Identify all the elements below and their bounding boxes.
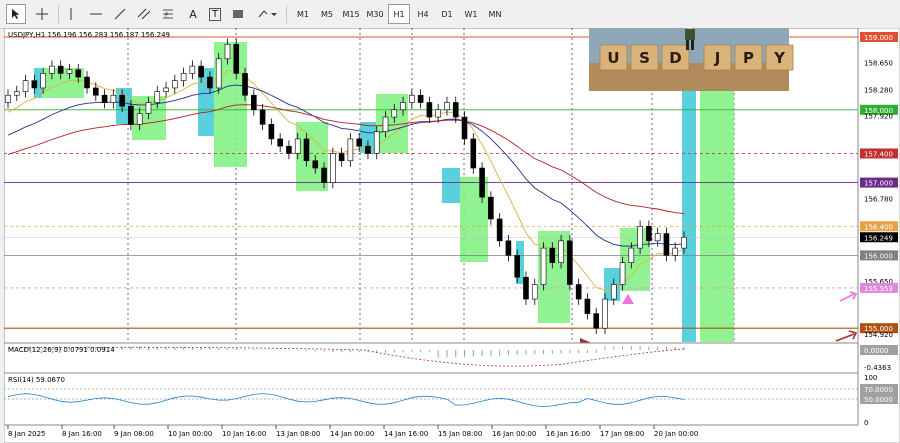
macd-scale-label: -0.4363 [864, 364, 891, 372]
candle [215, 53, 222, 94]
price-label: 158.650 [864, 59, 893, 67]
time-label: 16 Jan 16:00 [546, 430, 590, 438]
usdjpy-thumbnail: USDJPY [589, 28, 794, 91]
time-label: 14 Jan 00:00 [330, 430, 374, 438]
zone-15 [682, 91, 696, 342]
candle [470, 133, 477, 174]
price-label: 156.000 [864, 252, 893, 260]
time-label: 13 Jan 08:00 [276, 430, 320, 438]
price-label: 159.000 [864, 34, 893, 42]
timeframe-m1-button[interactable]: M1 [292, 4, 314, 24]
price-label: 156.249 [864, 234, 893, 242]
chart-header: USDJPY,H1 156.196 156.283 156.187 156.24… [8, 31, 170, 39]
chart-area[interactable]: USDJPY,H1 156.196 156.283 156.187 156.24… [4, 28, 900, 443]
block-letter: S [639, 49, 650, 67]
price-label: 157.400 [864, 150, 893, 158]
time-label: 10 Jan 16:00 [222, 430, 266, 438]
zone-16 [700, 91, 734, 342]
candle [330, 147, 336, 189]
time-label: 17 Jan 08:00 [600, 430, 644, 438]
trend-line-icon[interactable] [110, 4, 130, 24]
time-label: 8 Jan 2025 [8, 430, 46, 438]
label-tool-button[interactable]: T [206, 4, 224, 24]
timeframe-h1-button[interactable]: H1 [388, 4, 410, 24]
vertical-line-icon[interactable] [62, 4, 80, 24]
channel-icon[interactable] [134, 4, 154, 24]
timeframe-m5-button[interactable]: M5 [316, 4, 338, 24]
timeframe-m30-button[interactable]: M30 [364, 4, 386, 24]
price-label: 158.280 [864, 86, 893, 94]
price-label: 154.920 [864, 331, 893, 339]
time-label: 16 Jan 00:00 [492, 430, 536, 438]
candle [567, 235, 573, 291]
more-shapes-icon[interactable] [254, 4, 280, 24]
time-label: 20 Jan 00:00 [654, 430, 698, 438]
price-label: 157.000 [864, 180, 893, 188]
timeframe-w1-button[interactable]: W1 [460, 4, 482, 24]
timeframe-d1-button[interactable]: D1 [436, 4, 458, 24]
zone-9 [442, 168, 460, 203]
label-icon: T [208, 7, 222, 21]
rsi-scale-label: 100 [864, 374, 877, 382]
rsi-scale-label: 0 [864, 419, 868, 427]
horizontal-line-icon[interactable] [86, 4, 106, 24]
svg-text:F: F [165, 12, 169, 19]
cursor-icon[interactable] [6, 4, 26, 24]
timeframe-m15-button[interactable]: M15 [340, 4, 362, 24]
price-label: 156.780 [864, 196, 893, 204]
price-label: 156.400 [864, 223, 893, 231]
block-letter: Y [773, 49, 786, 67]
time-label: 14 Jan 16:00 [384, 430, 428, 438]
fibonacci-icon[interactable]: F [158, 4, 178, 24]
text-icon: A [189, 7, 197, 21]
price-label: 155.553 [864, 285, 893, 293]
block-letter: P [743, 49, 754, 67]
candle [233, 38, 240, 80]
block-letter: J [714, 49, 721, 67]
candle [479, 162, 485, 203]
block-letter: D [669, 49, 681, 67]
time-label: 15 Jan 08:00 [438, 430, 482, 438]
toolbar: F A T M1 M5 M15 M30 H1 H4 D1 W1 MN [0, 0, 900, 29]
timeframe-mn-button[interactable]: MN [484, 4, 506, 24]
price-label: 157.920 [864, 113, 893, 121]
candle [602, 293, 608, 334]
text-tool-button[interactable]: A [184, 4, 202, 24]
shape-icon[interactable] [228, 4, 248, 24]
timeframe-h4-button[interactable]: H4 [412, 4, 434, 24]
time-label: 9 Jan 08:00 [114, 430, 154, 438]
time-label: 10 Jan 00:00 [168, 430, 212, 438]
block-letter: U [607, 49, 619, 67]
crosshair-icon[interactable] [32, 4, 52, 24]
rsi-scale-label: 50.0000 [864, 396, 893, 404]
macd-label: MACD(12,26,9) 0.0791 0.0914 [8, 346, 115, 354]
macd-scale-label: 0.0000 [864, 347, 889, 355]
rsi-label: RSI(14) 59.0670 [8, 376, 65, 384]
candle [540, 242, 547, 291]
rsi-scale-label: 70.0000 [864, 386, 893, 394]
time-label: 8 Jan 16:00 [62, 430, 102, 438]
